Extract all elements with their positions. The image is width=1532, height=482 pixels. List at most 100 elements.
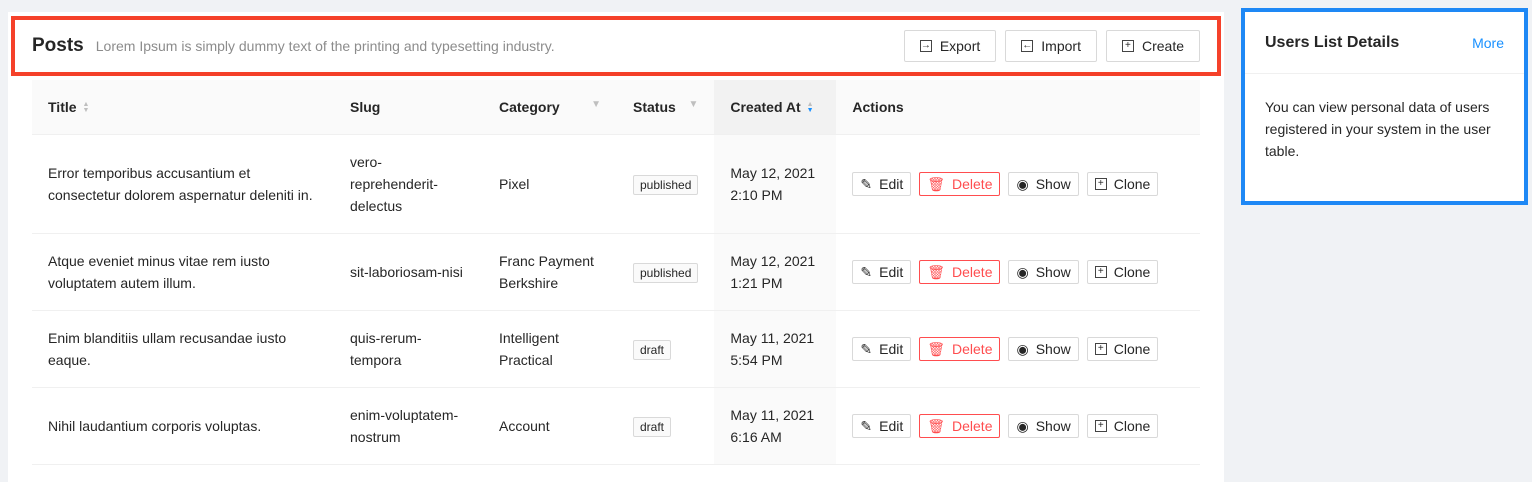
cell-slug: enim-voluptatem-nostrum — [334, 387, 483, 465]
delete-button[interactable]: 🗑︎ Delete — [919, 336, 1001, 361]
cell-status: draft — [617, 310, 715, 388]
column-label: Created At — [730, 98, 801, 115]
edit-label: Edit — [879, 175, 904, 192]
edit-label: Edit — [879, 340, 904, 357]
delete-label: Delete — [952, 417, 993, 434]
plus-square-icon: + — [1094, 419, 1107, 432]
column-label: Slug — [350, 98, 381, 115]
column-title[interactable]: Title ▲ ▼ — [32, 80, 334, 135]
delete-button[interactable]: 🗑︎ Delete — [919, 413, 1001, 438]
show-button[interactable]: ◉ Show — [1008, 413, 1079, 438]
import-button[interactable]: ← Import — [1005, 30, 1097, 62]
table-row: Atque eveniet minus vitae rem iusto volu… — [32, 233, 1200, 311]
delete-button[interactable]: 🗑︎ Delete — [919, 259, 1001, 284]
plus-square-icon: + — [1094, 177, 1107, 190]
time: 6:16 AM — [730, 428, 782, 445]
edit-button[interactable]: ✎ Edit — [852, 259, 912, 284]
export-label: Export — [939, 38, 981, 54]
status-badge: draft — [633, 339, 672, 360]
column-label: Title — [48, 98, 77, 115]
column-created-at[interactable]: Created At ▲ ▼ — [714, 80, 837, 135]
trash-icon: 🗑︎ — [927, 340, 946, 357]
import-icon: ← — [1021, 40, 1034, 52]
clone-label: Clone — [1113, 175, 1151, 192]
show-label: Show — [1035, 175, 1071, 192]
table-row: Error temporibus accusantium et consecte… — [32, 134, 1200, 234]
plus-square-icon: + — [1094, 265, 1107, 278]
sort-icon[interactable]: ▲ ▼ — [83, 101, 90, 114]
users-list-details-card: Users List Details More You can view pers… — [1241, 8, 1528, 205]
plus-square-icon: + — [1121, 40, 1134, 52]
cell-created-at: May 12, 2021 2:10 PM — [714, 134, 837, 234]
cell-status: published — [617, 233, 715, 311]
filter-icon[interactable]: ▼ — [688, 99, 698, 110]
export-button[interactable]: → Export — [903, 30, 997, 62]
page-subtitle: Lorem Ipsum is simply dummy text of the … — [95, 38, 555, 54]
page-header: Posts Lorem Ipsum is simply dummy text o… — [11, 16, 1221, 76]
page-title: Posts — [32, 35, 84, 56]
posts-table: Title ▲ ▼ Slug Category ▼ Status ▼ Created A… — [32, 80, 1200, 465]
show-label: Show — [1035, 417, 1071, 434]
cell-title: Atque eveniet minus vitae rem iusto volu… — [32, 233, 334, 311]
status-badge: published — [633, 174, 699, 195]
time: 2:10 PM — [730, 186, 783, 203]
clone-label: Clone — [1113, 417, 1151, 434]
cell-status: published — [617, 134, 715, 234]
cell-created-at: May 11, 2021 6:16 AM — [714, 387, 837, 465]
filter-icon[interactable]: ▼ — [591, 99, 601, 110]
cell-actions: ✎ Edit 🗑︎ Delete ◉ Show + Clone — [836, 134, 1200, 234]
show-label: Show — [1035, 340, 1071, 357]
edit-icon: ✎ — [860, 340, 873, 357]
card-body: You can view personal data of users regi… — [1265, 99, 1491, 159]
edit-icon: ✎ — [860, 175, 873, 192]
show-button[interactable]: ◉ Show — [1008, 171, 1079, 196]
create-button[interactable]: + Create — [1105, 30, 1200, 62]
delete-label: Delete — [952, 175, 993, 192]
edit-button[interactable]: ✎ Edit — [852, 171, 912, 196]
time: 5:54 PM — [730, 351, 783, 368]
delete-label: Delete — [952, 263, 993, 280]
clone-button[interactable]: + Clone — [1086, 413, 1159, 438]
cell-actions: ✎ Edit 🗑︎ Delete ◉ Show + Clone — [836, 387, 1200, 465]
eye-icon: ◉ — [1016, 417, 1029, 434]
cell-actions: ✎ Edit 🗑︎ Delete ◉ Show + Clone — [836, 233, 1200, 311]
date: May 11, 2021 — [730, 406, 815, 423]
edit-button[interactable]: ✎ Edit — [852, 336, 912, 361]
clone-button[interactable]: + Clone — [1086, 259, 1159, 284]
edit-icon: ✎ — [860, 417, 873, 434]
clone-button[interactable]: + Clone — [1086, 171, 1159, 196]
clone-label: Clone — [1113, 263, 1151, 280]
cell-title: Nihil laudantium corporis voluptas. — [32, 387, 334, 465]
cell-category: Account — [483, 387, 617, 465]
table-row: Nihil laudantium corporis voluptas. enim… — [32, 387, 1200, 465]
date: May 12, 2021 — [730, 164, 816, 181]
column-actions: Actions — [836, 80, 1200, 135]
clone-label: Clone — [1113, 340, 1151, 357]
create-label: Create — [1141, 38, 1184, 54]
more-link[interactable]: More — [1472, 35, 1504, 51]
cell-slug: vero-reprehenderit-delectus — [334, 134, 483, 234]
eye-icon: ◉ — [1016, 175, 1029, 192]
edit-button[interactable]: ✎ Edit — [852, 413, 912, 438]
column-label: Actions — [852, 98, 904, 115]
sort-icon[interactable]: ▲ ▼ — [807, 101, 814, 114]
cell-actions: ✎ Edit 🗑︎ Delete ◉ Show + Clone — [836, 310, 1200, 388]
cell-title: Error temporibus accusantium et consecte… — [32, 134, 334, 234]
table-row: Enim blanditiis ullam recusandae iusto e… — [32, 310, 1200, 388]
cell-created-at: May 12, 2021 1:21 PM — [714, 233, 837, 311]
status-badge: draft — [633, 416, 672, 437]
date: May 11, 2021 — [730, 329, 815, 346]
column-category: Category ▼ — [483, 80, 617, 135]
cell-slug: sit-laboriosam-nisi — [334, 233, 483, 311]
clone-button[interactable]: + Clone — [1086, 336, 1159, 361]
column-status: Status ▼ — [617, 80, 715, 135]
show-button[interactable]: ◉ Show — [1008, 259, 1079, 284]
trash-icon: 🗑︎ — [927, 263, 946, 280]
edit-label: Edit — [879, 417, 904, 434]
delete-label: Delete — [952, 340, 993, 357]
delete-button[interactable]: 🗑︎ Delete — [919, 171, 1001, 196]
import-label: Import — [1041, 38, 1081, 54]
cell-slug: quis-rerum-tempora — [334, 310, 483, 388]
edit-icon: ✎ — [860, 263, 873, 280]
show-button[interactable]: ◉ Show — [1008, 336, 1079, 361]
